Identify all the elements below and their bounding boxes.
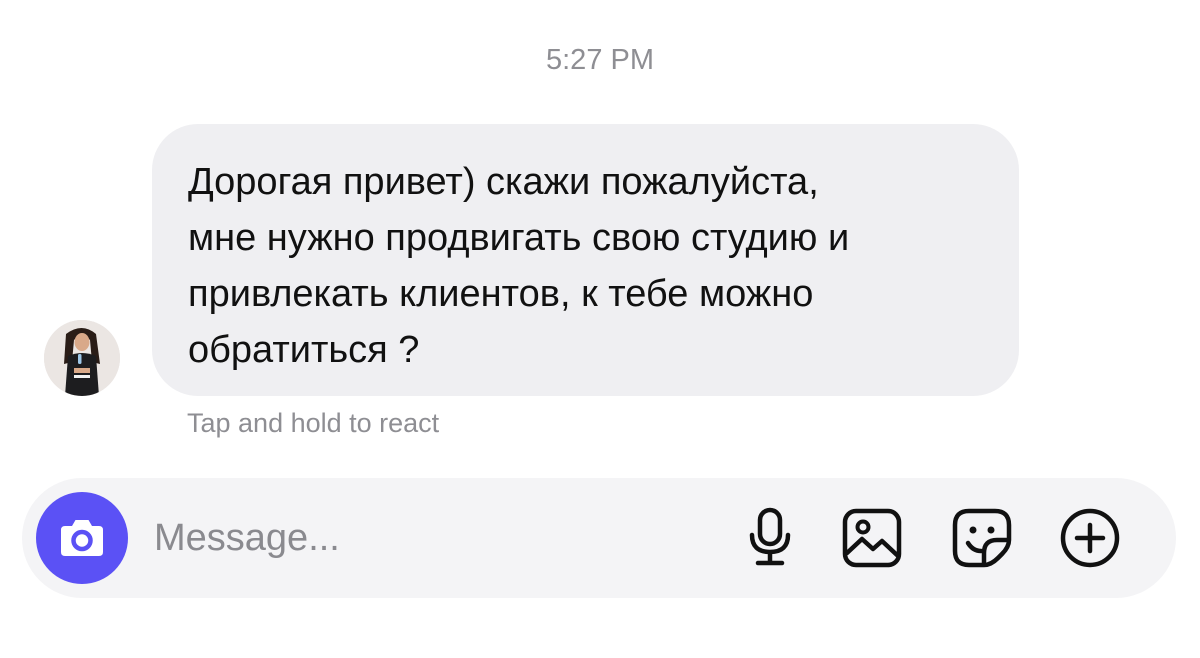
plus-button[interactable] (1058, 506, 1122, 570)
profile-photo (44, 320, 120, 396)
sticker-icon (952, 508, 1012, 568)
gallery-icon (842, 508, 902, 568)
sticker-button[interactable] (950, 506, 1014, 570)
microphone-button[interactable] (738, 506, 802, 570)
camera-button[interactable] (36, 492, 128, 584)
camera-icon (61, 520, 103, 556)
message-input[interactable] (154, 508, 674, 568)
gallery-button[interactable] (840, 506, 904, 570)
message-composer (22, 478, 1176, 598)
microphone-icon (749, 507, 791, 566)
sender-avatar[interactable] (44, 320, 120, 396)
react-hint: Tap and hold to react (187, 408, 440, 438)
plus-circle-icon (1060, 508, 1120, 568)
message-text: Дорогая привет) скажи пожалуйста, мне ну… (188, 161, 850, 371)
message-timestamp: 5:27 PM (546, 44, 654, 76)
message-bubble[interactable]: Дорогая привет) скажи пожалуйста, мне ну… (152, 124, 1019, 396)
